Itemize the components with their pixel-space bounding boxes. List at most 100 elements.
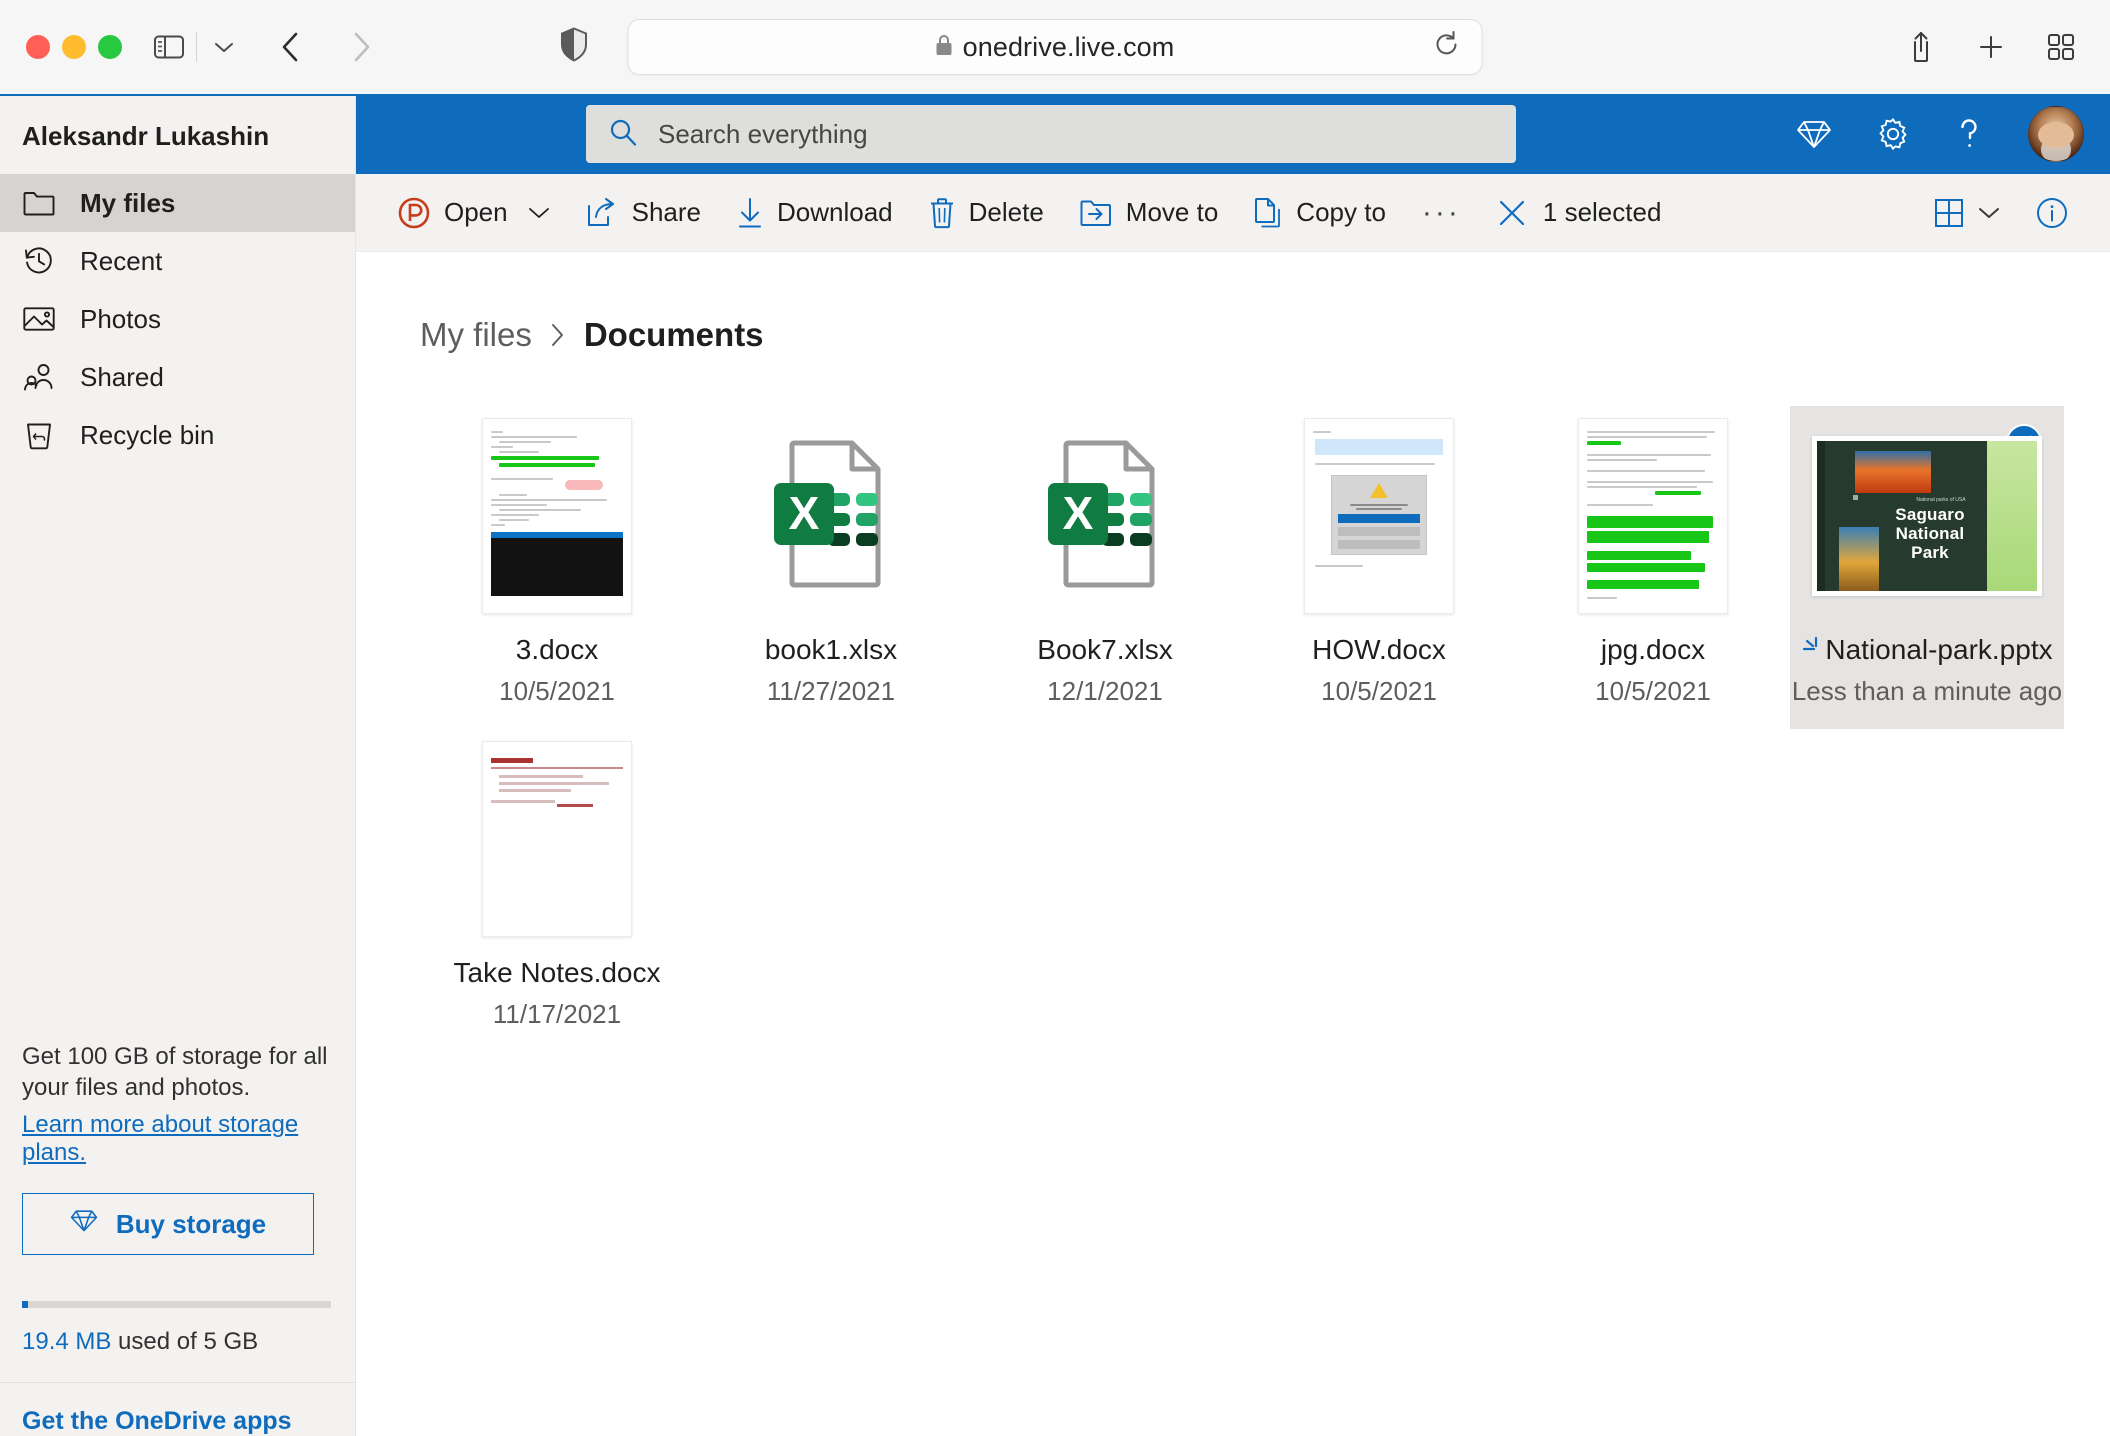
download-button[interactable]: Download [719,174,911,251]
file-tile[interactable]: HOW.docx 10/5/2021 [1242,406,1516,729]
diamond-icon[interactable] [1796,118,1832,150]
share-arrow-icon [586,197,618,228]
doc-preview-green-highlights [1578,418,1728,614]
gear-icon[interactable] [1876,117,1910,151]
chrome-divider [196,32,197,62]
get-onedrive-apps-link[interactable]: Get the OneDrive apps [0,1382,355,1436]
breadcrumb-root[interactable]: My files [420,316,532,354]
open-button[interactable]: Open [380,174,568,251]
sidebar-item-label: Photos [80,303,161,334]
file-tile[interactable]: X book1.xlsx 11/27/2021 [694,406,968,729]
storage-plans-link[interactable]: Learn more about storage plans. [22,1111,331,1167]
sidebar-item-recent[interactable]: Recent [0,232,355,290]
breadcrumb-current: Documents [583,316,764,353]
file-name: Book7.xlsx [1037,634,1173,665]
svg-text:X: X [1063,487,1094,539]
delete-label: Delete [968,197,1044,227]
storage-total-value: used of 5 GB [111,1328,259,1355]
storage-progress-fill [22,1301,28,1308]
sidebar-item-shared[interactable]: Shared [0,348,355,406]
powerpoint-icon [398,197,430,229]
file-name: 3.docx [515,634,599,665]
search-input[interactable]: Search everything [586,105,1516,163]
storage-promo-text: Get 100 GB of storage for all your files… [22,1042,328,1101]
new-tab-plus-icon[interactable] [1968,21,2014,73]
pptx-slide-preview: National parks of USA Saguaro National P… [1812,436,2042,596]
file-tile[interactable]: 3.docx 10/5/2021 [420,406,694,729]
sidebar-dropdown-chevron-down-icon[interactable] [201,21,247,73]
copy-to-button[interactable]: Copy to [1236,174,1404,251]
address-bar-url: onedrive.live.com [962,31,1175,62]
storage-progress-track [22,1301,331,1308]
trash-icon [929,197,955,229]
file-tile[interactable]: jpg.docx 10/5/2021 [1516,406,1790,729]
file-date: 10/5/2021 [1595,676,1711,706]
view-switcher-button[interactable] [1916,198,2018,228]
file-thumbnail [447,739,667,939]
share-icon[interactable] [1898,21,1944,73]
left-navigation: Aleksandr Lukashin My files Recent Photo… [0,96,356,1436]
move-to-button[interactable]: Move to [1062,174,1237,251]
close-window-button[interactable] [26,35,50,59]
back-arrow-icon[interactable] [267,21,313,73]
file-thumbnail: National parks of USA Saguaro National P… [1811,416,2043,616]
file-browser-main: My files Documents 3.docx 10/5/2021 X bo… [356,252,2110,1436]
address-bar[interactable]: onedrive.live.com [627,19,1483,75]
sidebar-item-photos[interactable]: Photos [0,290,355,348]
file-date: 10/5/2021 [499,676,615,706]
download-arrow-icon [737,197,763,229]
minimize-window-button[interactable] [62,35,86,59]
tab-overview-icon[interactable] [2038,21,2084,73]
sidebar-toggle-icon[interactable] [146,21,192,73]
file-date: 11/27/2021 [766,676,896,706]
forward-arrow-icon[interactable] [339,21,385,73]
privacy-shield-icon[interactable] [560,27,588,67]
sidebar-item-label: Recycle bin [80,419,215,450]
storage-usage-text: 19.4 MB used of 5 GB [22,1328,331,1356]
file-name: book1.xlsx [764,634,898,665]
file-tile[interactable]: X Book7.xlsx 12/1/2021 [968,406,1242,729]
slide-eyebrow: National parks of USA [1916,497,1966,503]
storage-meter: 19.4 MB used of 5 GB [0,1301,355,1356]
folder-icon [22,190,56,216]
sidebar-item-label: Recent [80,245,163,276]
suite-header-actions [1796,106,2084,162]
slide-title-line-1: Saguaro [1895,505,1965,524]
share-label: Share [631,197,701,227]
photo-icon [22,306,56,332]
copy-to-label: Copy to [1296,197,1386,227]
move-to-folder-icon [1080,199,1112,227]
file-tile-selected[interactable]: National parks of USA Saguaro National P… [1790,406,2064,729]
question-mark-icon[interactable] [1954,116,1984,152]
view-chevron-down-icon[interactable] [1978,206,2000,219]
maximize-window-button[interactable] [98,35,122,59]
download-label: Download [777,197,893,227]
storage-promo: Get 100 GB of storage for all your files… [0,1041,355,1255]
copy-page-icon [1254,197,1282,229]
recycle-bin-icon [22,420,56,450]
highlighted-text [1315,439,1443,455]
view-controls [1916,197,2086,229]
file-tile[interactable]: Take Notes.docx 11/17/2021 [420,729,694,1052]
open-chevron-down-icon[interactable] [528,206,550,219]
buy-storage-button[interactable]: Buy storage [22,1193,314,1255]
file-name-row: book1.xlsx [765,634,897,666]
window-traffic-lights [26,35,122,59]
file-name-row: National-park.pptx [1801,634,2053,666]
reload-icon[interactable] [1434,31,1460,64]
sidebar-item-recycle-bin[interactable]: Recycle bin [0,406,355,464]
share-button[interactable]: Share [568,174,719,251]
clock-history-icon [22,246,56,276]
user-avatar[interactable] [2028,106,2084,162]
file-thumbnail [1269,416,1489,616]
details-info-button[interactable] [2018,197,2086,229]
file-name: Take Notes.docx [453,957,661,988]
close-x-icon[interactable] [1497,198,1527,228]
sidebar-item-my-files[interactable]: My files [0,174,355,232]
file-date: 12/1/2021 [1047,676,1163,706]
command-bar: Open Share Download Delete Move to Copy … [356,174,2110,252]
delete-button[interactable]: Delete [911,174,1062,251]
sidebar-item-label: Shared [80,361,164,392]
more-commands-button[interactable]: ··· [1404,174,1479,251]
selection-status[interactable]: 1 selected [1479,174,1680,251]
